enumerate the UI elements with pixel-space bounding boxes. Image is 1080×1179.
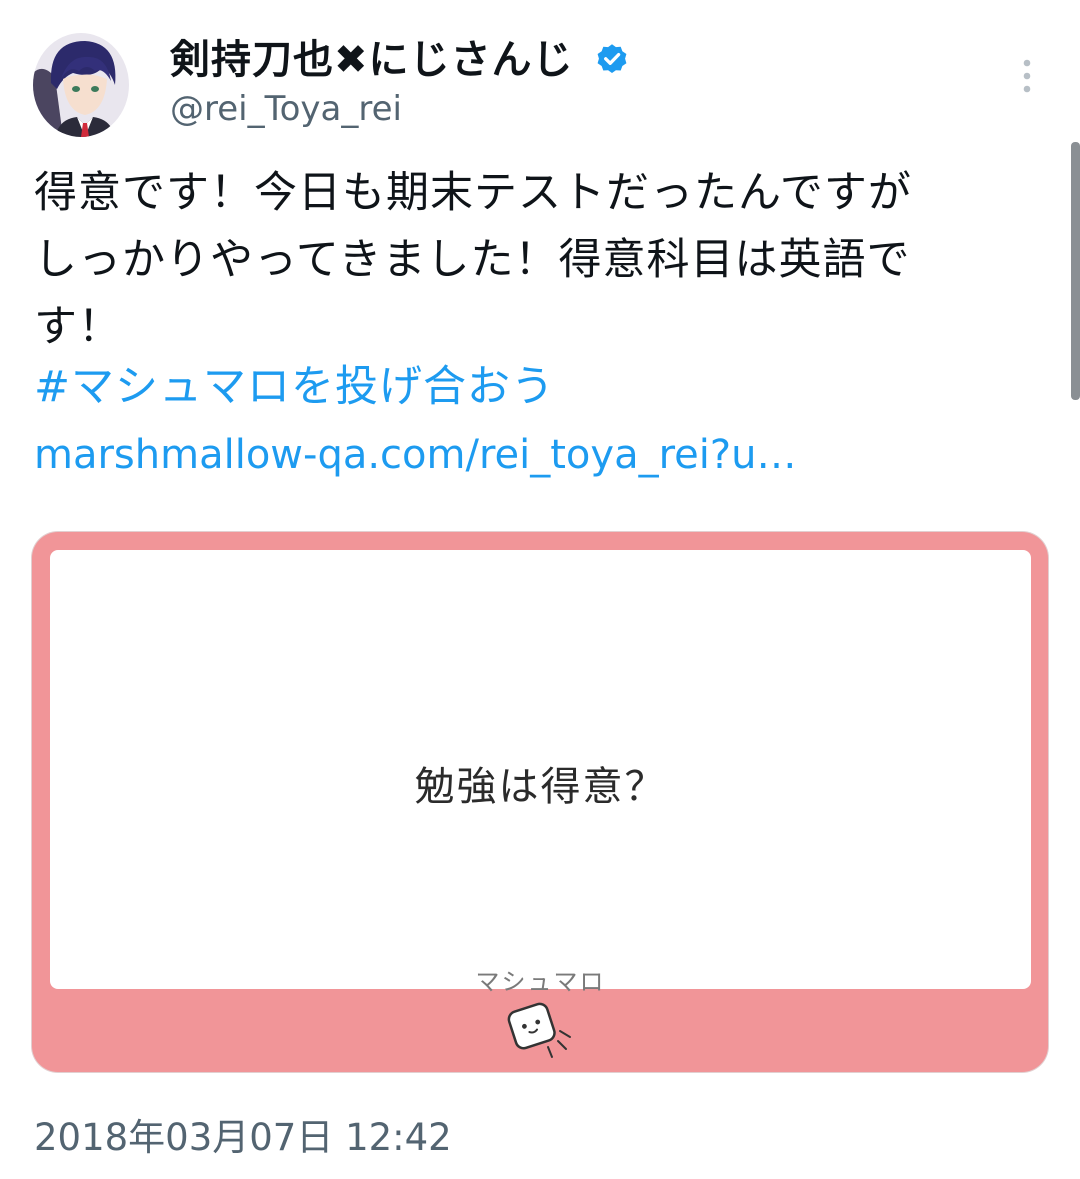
tweet-text-line: す！ (34, 302, 122, 352)
external-link[interactable]: marshmallow-qa.com/rei_toya_rei?u… (34, 422, 796, 489)
more-options-icon[interactable] (1010, 56, 1044, 96)
scrollbar[interactable] (1071, 142, 1080, 400)
tweet-text-line: 得意です！今日も期末テストだったんですが (34, 168, 912, 218)
link-preview-card[interactable]: 勉強は得意？ マシュマロ (32, 532, 1048, 1072)
user-handle[interactable]: @rei_Toya_rei (170, 86, 402, 132)
tweet-text: 得意です！今日も期末テストだったんですが しっかりやってきました！得意科目は英語… (34, 160, 1044, 361)
card-brand-label: マシュマロ (475, 968, 606, 996)
tweet-timestamp[interactable]: 2018年03月07日 12:42 (34, 1112, 452, 1164)
card-question-panel: 勉強は得意？ マシュマロ (50, 550, 1031, 996)
verified-badge-icon (594, 42, 630, 78)
display-name[interactable]: 剣持刀也✖にじさんじ (170, 34, 574, 86)
marshmallow-mascot-icon (504, 997, 584, 1063)
tweet-text-line: しっかりやってきました！得意科目は英語で (34, 235, 911, 285)
hashtag-link[interactable]: #マシュマロを投げ合おう (34, 354, 555, 421)
avatar[interactable] (33, 33, 129, 137)
card-question-text: 勉強は得意？ (414, 764, 667, 810)
